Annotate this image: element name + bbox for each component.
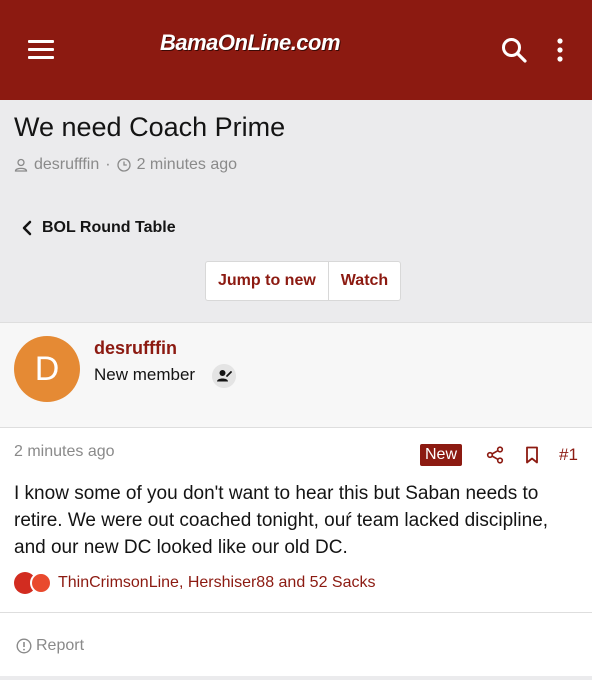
new-member-badge-icon	[212, 364, 236, 388]
bottom-edge	[0, 676, 592, 680]
post-body: I know some of you don't want to hear th…	[14, 483, 549, 558]
post-number-link[interactable]: #1	[559, 445, 578, 465]
warning-icon	[16, 638, 32, 654]
thread-author[interactable]: desrufffin	[34, 156, 99, 174]
breadcrumb[interactable]: BOL Round Table	[22, 219, 176, 237]
new-badge: New	[420, 444, 463, 466]
reaction-icons	[14, 572, 52, 594]
vertical-ellipsis-icon[interactable]	[550, 36, 570, 64]
divider	[0, 612, 592, 613]
avatar[interactable]: D	[14, 336, 80, 402]
hamburger-menu-icon[interactable]	[28, 38, 56, 62]
meta-separator: ·	[105, 156, 111, 173]
reactions-list[interactable]: ThinCrimsonLine, Hershiser88 and 52 Sack…	[58, 574, 375, 592]
watch-button[interactable]: Watch	[327, 262, 400, 300]
report-link[interactable]: Report	[16, 637, 84, 655]
search-icon[interactable]	[500, 36, 528, 64]
post-user-block	[0, 322, 592, 428]
thread-meta: desrufffin · 2 minutes ago	[14, 156, 237, 174]
jump-to-new-button[interactable]: Jump to new	[206, 262, 328, 300]
user-title: New member	[94, 365, 196, 384]
bookmark-icon[interactable]	[524, 446, 540, 464]
share-icon[interactable]	[486, 446, 504, 464]
thread-title: We need Coach Prime	[14, 112, 286, 142]
angry-reaction-icon	[30, 572, 52, 594]
thread-time[interactable]: 2 minutes ago	[137, 156, 238, 174]
clock-icon	[116, 158, 131, 172]
post-timestamp[interactable]: 2 minutes ago	[14, 443, 115, 461]
report-label: Report	[36, 637, 85, 654]
user-icon	[14, 158, 28, 172]
site-logo[interactable]: BamaOnLine.com	[160, 30, 341, 56]
post-username[interactable]: desrufffin	[94, 338, 177, 359]
reactions-bar[interactable]: ThinCrimsonLine, Hershiser88 and 52 Sack…	[14, 572, 375, 594]
breadcrumb-label: BOL Round Table	[42, 219, 176, 236]
chevron-left-icon	[22, 220, 32, 236]
thread-action-buttons: Jump to new Watch	[205, 261, 402, 301]
